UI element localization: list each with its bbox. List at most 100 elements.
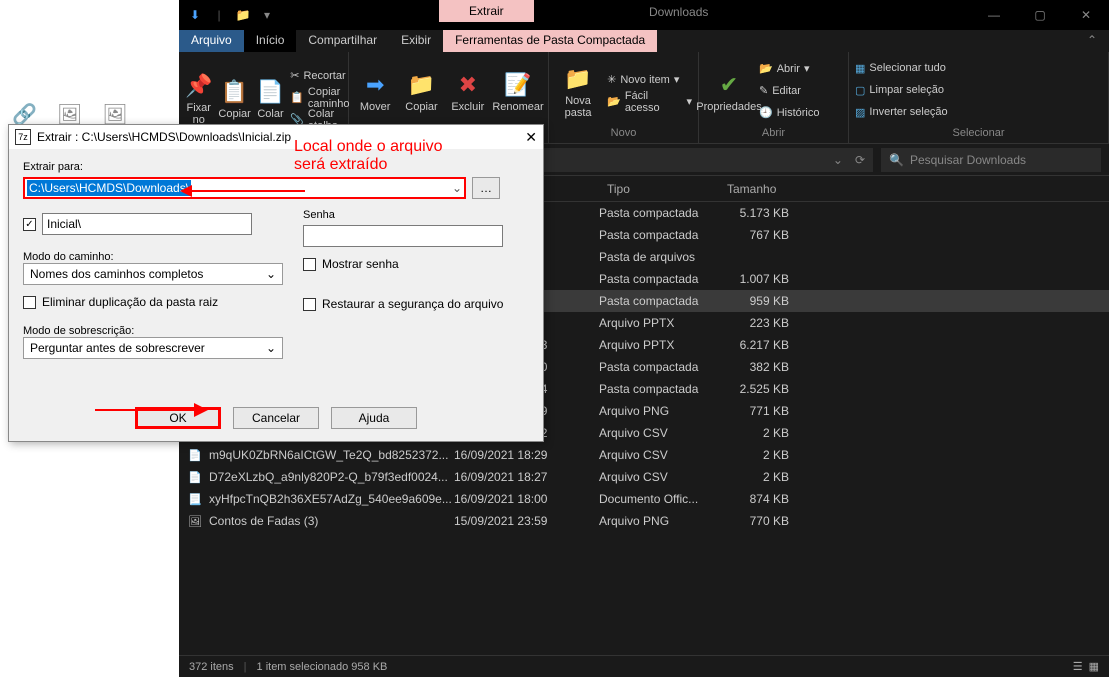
ribbon-copypath-button[interactable]: 📋Copiar caminho (290, 88, 349, 108)
file-size: 771 KB (719, 404, 819, 418)
file-type: Pasta de arquivos (599, 250, 719, 264)
file-type: Arquivo PPTX (599, 338, 719, 352)
ribbon-history-button[interactable]: 🕘Histórico (759, 103, 820, 123)
col-type[interactable]: Tipo (599, 182, 719, 196)
rename-icon: 📝 (504, 69, 531, 101)
qat-folder-icon[interactable]: 📁 (233, 5, 253, 25)
file-size: 2.525 KB (719, 382, 819, 396)
history-icon: 🕘 (759, 106, 773, 119)
ribbon-invert-button[interactable]: ▨Inverter seleção (855, 102, 1102, 122)
restore-security-label: Restaurar a segurança do arquivo (322, 297, 503, 311)
ribbon-contextual-tab: Extrair (439, 0, 534, 22)
file-type: Pasta compactada (599, 228, 719, 242)
ribbon-rename-button[interactable]: 📝Renomear (494, 54, 542, 127)
menu-home[interactable]: Início (244, 30, 297, 52)
menubar: Arquivo Início Compartilhar Exibir Ferra… (179, 30, 1109, 52)
eliminate-dup-checkbox[interactable] (23, 296, 36, 309)
ribbon-edit-button[interactable]: ✎Editar (759, 81, 820, 101)
overwrite-combo[interactable]: Perguntar antes de sobrescrever⌄ (23, 337, 283, 359)
dialog-titlebar: 7z Extrair : C:\Users\HCMDS\Downloads\In… (9, 125, 543, 149)
ribbon-cut-button[interactable]: ✂Recortar (290, 66, 349, 86)
file-type: Pasta compactada (599, 294, 719, 308)
menu-file[interactable]: Arquivo (179, 30, 244, 52)
ribbon-copyto-button[interactable]: 📁Copiar (401, 54, 441, 127)
dialog-title: Extrair : C:\Users\HCMDS\Downloads\Inici… (37, 130, 291, 144)
menu-tools[interactable]: Ferramentas de Pasta Compactada (443, 30, 657, 52)
help-button[interactable]: Ajuda (331, 407, 417, 429)
file-size: 382 KB (719, 360, 819, 374)
file-size: 770 KB (719, 514, 819, 528)
chevron-down-icon: ⌄ (266, 267, 276, 281)
file-type: Arquivo PPTX (599, 316, 719, 330)
file-type: Arquivo CSV (599, 448, 719, 462)
dropdown-icon[interactable]: ⌄ (833, 153, 843, 167)
status-bar: 372 itens | 1 item selecionado 958 KB ☰ … (179, 655, 1109, 677)
table-row[interactable]: 🖼Contos de Fadas (3)15/09/2021 23:59Arqu… (179, 510, 1109, 532)
table-row[interactable]: 📃xyHfpcTnQB2h36XE57AdZg_540ee9a609e...16… (179, 488, 1109, 510)
ribbon-properties-button[interactable]: ✔Propriedades (705, 54, 753, 127)
cut-icon: ✂ (290, 69, 299, 82)
ribbon-delete-button[interactable]: ✖Excluir (448, 54, 488, 127)
file-name: xyHfpcTnQB2h36XE57AdZg_540ee9a609e... (209, 492, 452, 506)
ribbon-selectall-button[interactable]: ▦Selecionar tudo (855, 58, 1102, 78)
ribbon-move-button[interactable]: ➡Mover (355, 54, 395, 127)
newfolder-icon: 📁 (564, 63, 591, 95)
status-selection: 1 item selecionado 958 KB (257, 661, 388, 673)
ribbon-group-label: Abrir (705, 127, 842, 141)
titlebar: ⬇ | 📁 ▾ Extrair Downloads — ▢ ✕ (179, 0, 1109, 30)
restore-security-checkbox[interactable] (303, 298, 316, 311)
col-size[interactable]: Tamanho (719, 182, 819, 196)
showpw-checkbox[interactable] (303, 258, 316, 271)
file-size: 2 KB (719, 470, 819, 484)
refresh-icon[interactable]: ⟳ (855, 153, 865, 167)
file-date: 16/09/2021 18:27 (454, 470, 599, 484)
qat-customize-icon[interactable]: ▾ (257, 5, 277, 25)
ribbon-collapse-icon[interactable]: ⌃ (1075, 30, 1109, 52)
annotation-arrow (180, 183, 310, 199)
extract-to-label: Extrair para: (23, 161, 83, 173)
file-size: 767 KB (719, 228, 819, 242)
maximize-button[interactable]: ▢ (1017, 0, 1063, 30)
file-name: Contos de Fadas (3) (209, 514, 318, 528)
ribbon-easyaccess-button[interactable]: 📂Fácil acesso ▾ (607, 92, 692, 112)
search-input[interactable]: 🔍 Pesquisar Downloads (881, 148, 1101, 172)
invert-icon: ▨ (855, 106, 865, 119)
overwrite-label: Modo de sobrescrição: (23, 325, 134, 337)
password-input[interactable] (303, 225, 503, 247)
extract-dialog: 7z Extrair : C:\Users\HCMDS\Downloads\In… (8, 124, 544, 442)
file-name: m9qUK0ZbRN6aICtGW_Te2Q_bd8252372... (209, 448, 448, 462)
ribbon-newitem-button[interactable]: ✳Novo item ▾ (607, 70, 692, 90)
menu-view[interactable]: Exibir (389, 30, 443, 52)
file-icon: 📃 (187, 491, 203, 507)
pathmode-combo[interactable]: Nomes dos caminhos completos⌄ (23, 263, 283, 285)
password-label: Senha (303, 209, 335, 221)
subfolder-checkbox[interactable]: ✓ (23, 218, 36, 231)
table-row[interactable]: 📄D72eXLzbQ_a9nly820P2-Q_b79f3edf0024...1… (179, 466, 1109, 488)
file-icon: 📄 (187, 469, 203, 485)
file-date: 16/09/2021 18:29 (454, 448, 599, 462)
delete-icon: ✖ (459, 69, 477, 101)
close-button[interactable]: ✕ (1063, 0, 1109, 30)
view-details-icon[interactable]: ☰ (1073, 660, 1083, 673)
chevron-down-icon[interactable]: ⌄ (452, 181, 462, 195)
cancel-button[interactable]: Cancelar (233, 407, 319, 429)
newitem-icon: ✳ (607, 73, 616, 86)
file-icon: 🖼 (187, 513, 203, 529)
pathmode-label: Modo do caminho: (23, 251, 114, 263)
menu-share[interactable]: Compartilhar (296, 30, 389, 52)
dialog-close-button[interactable]: ✕ (525, 129, 537, 146)
browse-button[interactable]: … (472, 177, 500, 199)
view-icons-icon[interactable]: ▦ (1089, 660, 1099, 673)
pin-icon: 📌 (185, 70, 212, 102)
qat-down-icon[interactable]: ⬇ (185, 5, 205, 25)
minimize-button[interactable]: — (971, 0, 1017, 30)
ribbon-selectnone-button[interactable]: ▢Limpar seleção (855, 80, 1102, 100)
subfolder-input[interactable] (42, 213, 252, 235)
file-type: Arquivo CSV (599, 470, 719, 484)
file-icon: 📄 (187, 447, 203, 463)
properties-icon: ✔ (720, 69, 738, 101)
table-row[interactable]: 📄 m9qUK0ZbRN6aICtGW_Te2Q_bd8252372... 16/0… (179, 444, 1109, 466)
file-type: Arquivo PNG (599, 514, 719, 528)
ribbon-open-button[interactable]: 📂Abrir ▾ (759, 59, 820, 79)
ribbon-newfolder-button[interactable]: 📁Nova pasta (555, 54, 601, 127)
